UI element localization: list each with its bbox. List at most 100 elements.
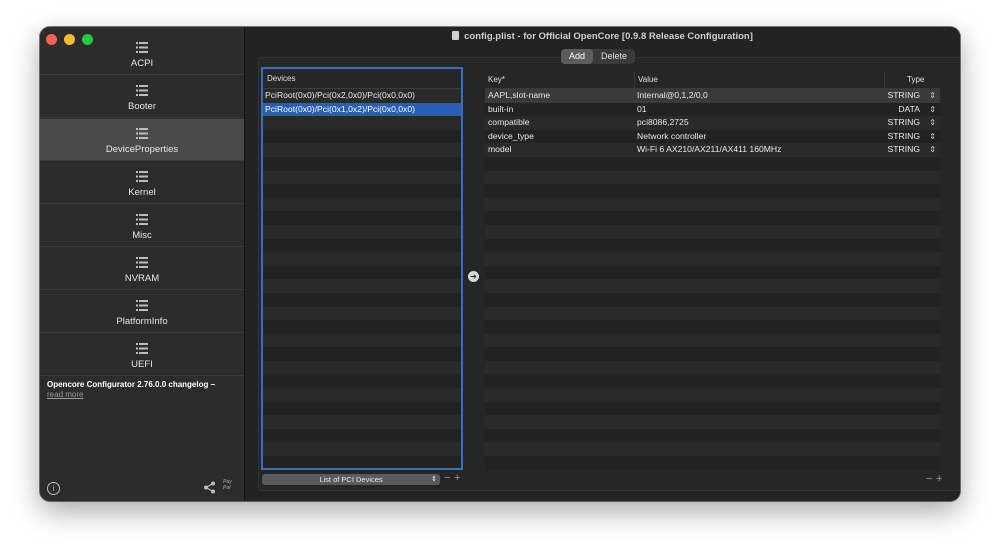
empty-row bbox=[485, 238, 940, 253]
empty-row bbox=[485, 184, 940, 198]
changelog-text: Opencore Configurator 2.76.0.0 changelog… bbox=[47, 380, 216, 389]
property-row[interactable]: built-in 01 DATA ⇕ bbox=[485, 102, 940, 117]
remove-device-button[interactable]: − bbox=[444, 473, 450, 484]
empty-row bbox=[263, 456, 461, 468]
property-type-select[interactable]: DATA ⇕ bbox=[883, 103, 940, 117]
property-value[interactable]: Internal@0,1,2/0,0 bbox=[634, 89, 883, 103]
title-bar: config.plist - for Official OpenCore [0.… bbox=[245, 27, 960, 47]
sidebar-item-label: DeviceProperties bbox=[105, 144, 179, 155]
empty-row bbox=[485, 156, 940, 171]
sidebar-item-acpi[interactable]: ACPI bbox=[40, 33, 244, 75]
empty-row bbox=[485, 415, 940, 429]
property-row[interactable]: device_type Network controller STRING ⇕ bbox=[485, 129, 940, 144]
empty-row bbox=[263, 333, 461, 348]
empty-row bbox=[485, 252, 940, 266]
column-type[interactable]: Type bbox=[885, 71, 940, 88]
empty-row bbox=[263, 116, 461, 130]
sidebar-item-nvram[interactable]: NVRAM bbox=[40, 248, 244, 290]
pci-devices-dropdown[interactable]: List of PCI Devices ⇕ bbox=[262, 474, 440, 485]
empty-row bbox=[263, 184, 461, 198]
info-icon[interactable]: i bbox=[47, 482, 60, 495]
property-value[interactable]: 01 bbox=[634, 103, 883, 117]
devices-list[interactable]: Devices PciRoot(0x0)/Pci(0x2,0x0)/Pci(0x… bbox=[261, 67, 463, 470]
empty-row bbox=[485, 388, 940, 402]
list-icon bbox=[136, 85, 148, 96]
empty-row bbox=[263, 238, 461, 253]
property-value[interactable]: Wi-Fi 6 AX210/AX211/AX411 160MHz bbox=[634, 143, 883, 157]
empty-row bbox=[485, 211, 940, 225]
device-row[interactable]: PciRoot(0x0)/Pci(0x2,0x0)/Pci(0x0,0x0) bbox=[263, 89, 461, 103]
property-key[interactable]: AAPL,slot-name bbox=[485, 89, 634, 103]
property-key[interactable]: built-in bbox=[485, 103, 634, 117]
empty-row bbox=[263, 292, 461, 307]
add-tab[interactable]: Add bbox=[561, 49, 594, 64]
empty-row bbox=[263, 224, 461, 239]
property-key[interactable]: device_type bbox=[485, 130, 634, 144]
list-icon bbox=[136, 128, 148, 139]
sidebar-item-label: PlatformInfo bbox=[116, 316, 168, 327]
property-type-select[interactable]: STRING ⇕ bbox=[883, 89, 940, 103]
property-type-select[interactable]: STRING ⇕ bbox=[883, 116, 940, 130]
add-delete-segmented-control: Add Delete bbox=[561, 49, 636, 64]
sidebar-item-deviceproperties[interactable]: DeviceProperties bbox=[40, 119, 244, 161]
sidebar-item-misc[interactable]: Misc bbox=[40, 205, 244, 247]
window-title: config.plist - for Official OpenCore [0.… bbox=[464, 31, 753, 42]
sidebar-item-booter[interactable]: Booter bbox=[40, 76, 244, 118]
empty-row bbox=[263, 279, 461, 293]
property-type-select[interactable]: STRING ⇕ bbox=[883, 130, 940, 144]
list-icon bbox=[136, 171, 148, 182]
empty-row bbox=[485, 265, 940, 280]
empty-row bbox=[263, 143, 461, 157]
properties-table: Key* Value Type AAPL,slot-name Internal@0… bbox=[485, 71, 940, 471]
main-area: config.plist - for Official OpenCore [0.… bbox=[245, 27, 960, 501]
empty-row bbox=[263, 428, 461, 443]
add-property-button[interactable]: + bbox=[936, 474, 942, 485]
empty-row bbox=[485, 224, 940, 239]
list-icon bbox=[136, 214, 148, 225]
remove-property-button[interactable]: − bbox=[926, 474, 932, 485]
property-type: STRING bbox=[887, 117, 920, 128]
property-row[interactable]: model Wi-Fi 6 AX210/AX211/AX411 160MHz STR… bbox=[485, 143, 940, 157]
read-more-link[interactable]: read more bbox=[47, 390, 237, 400]
empty-row bbox=[263, 442, 461, 457]
delete-tab[interactable]: Delete bbox=[593, 49, 635, 64]
sidebar-item-label: ACPI bbox=[130, 58, 154, 69]
sidebar-item-kernel[interactable]: Kernel bbox=[40, 162, 244, 204]
empty-row bbox=[485, 306, 940, 321]
list-icon bbox=[136, 42, 148, 53]
empty-row bbox=[263, 306, 461, 321]
property-key[interactable]: compatible bbox=[485, 116, 634, 130]
empty-row bbox=[263, 374, 461, 389]
paypal-label-2: Pal bbox=[223, 485, 231, 491]
column-value[interactable]: Value bbox=[635, 71, 885, 88]
sidebar-item-label: NVRAM bbox=[124, 273, 160, 284]
chevron-updown-icon: ⇕ bbox=[929, 118, 936, 128]
property-key[interactable]: model bbox=[485, 143, 634, 157]
arrow-right-icon[interactable]: ➔ bbox=[468, 271, 479, 282]
add-device-button[interactable]: + bbox=[454, 473, 460, 484]
paypal-donate-button[interactable]: Pay Pal bbox=[223, 479, 232, 491]
sidebar-item-platforminfo[interactable]: PlatformInfo bbox=[40, 291, 244, 333]
share-icon[interactable] bbox=[203, 481, 216, 494]
empty-row bbox=[485, 333, 940, 348]
empty-row bbox=[263, 265, 461, 280]
property-type: STRING bbox=[887, 90, 920, 100]
sidebar-item-uefi[interactable]: UEFI bbox=[40, 334, 244, 376]
property-row[interactable]: compatible pci8086,2725 STRING ⇕ bbox=[485, 116, 940, 130]
property-value[interactable]: pci8086,2725 bbox=[634, 116, 883, 130]
empty-row bbox=[485, 197, 940, 212]
empty-row bbox=[485, 360, 940, 375]
empty-row bbox=[263, 170, 461, 185]
property-type-select[interactable]: STRING ⇕ bbox=[883, 143, 940, 157]
chevron-updown-icon: ⇕ bbox=[929, 104, 936, 114]
empty-row bbox=[263, 401, 461, 416]
property-row[interactable]: AAPL,slot-name Internal@0,1,2/0,0 STRING ⇕ bbox=[485, 89, 940, 103]
empty-row bbox=[263, 197, 461, 212]
device-row[interactable]: PciRoot(0x0)/Pci(0x1,0x2)/Pci(0x0,0x0) bbox=[263, 102, 461, 117]
empty-row bbox=[263, 360, 461, 375]
property-value[interactable]: Network controller bbox=[634, 130, 883, 144]
devices-header: Devices bbox=[263, 69, 461, 89]
empty-row bbox=[485, 347, 940, 361]
column-key[interactable]: Key* bbox=[485, 71, 635, 88]
empty-row bbox=[485, 428, 940, 443]
